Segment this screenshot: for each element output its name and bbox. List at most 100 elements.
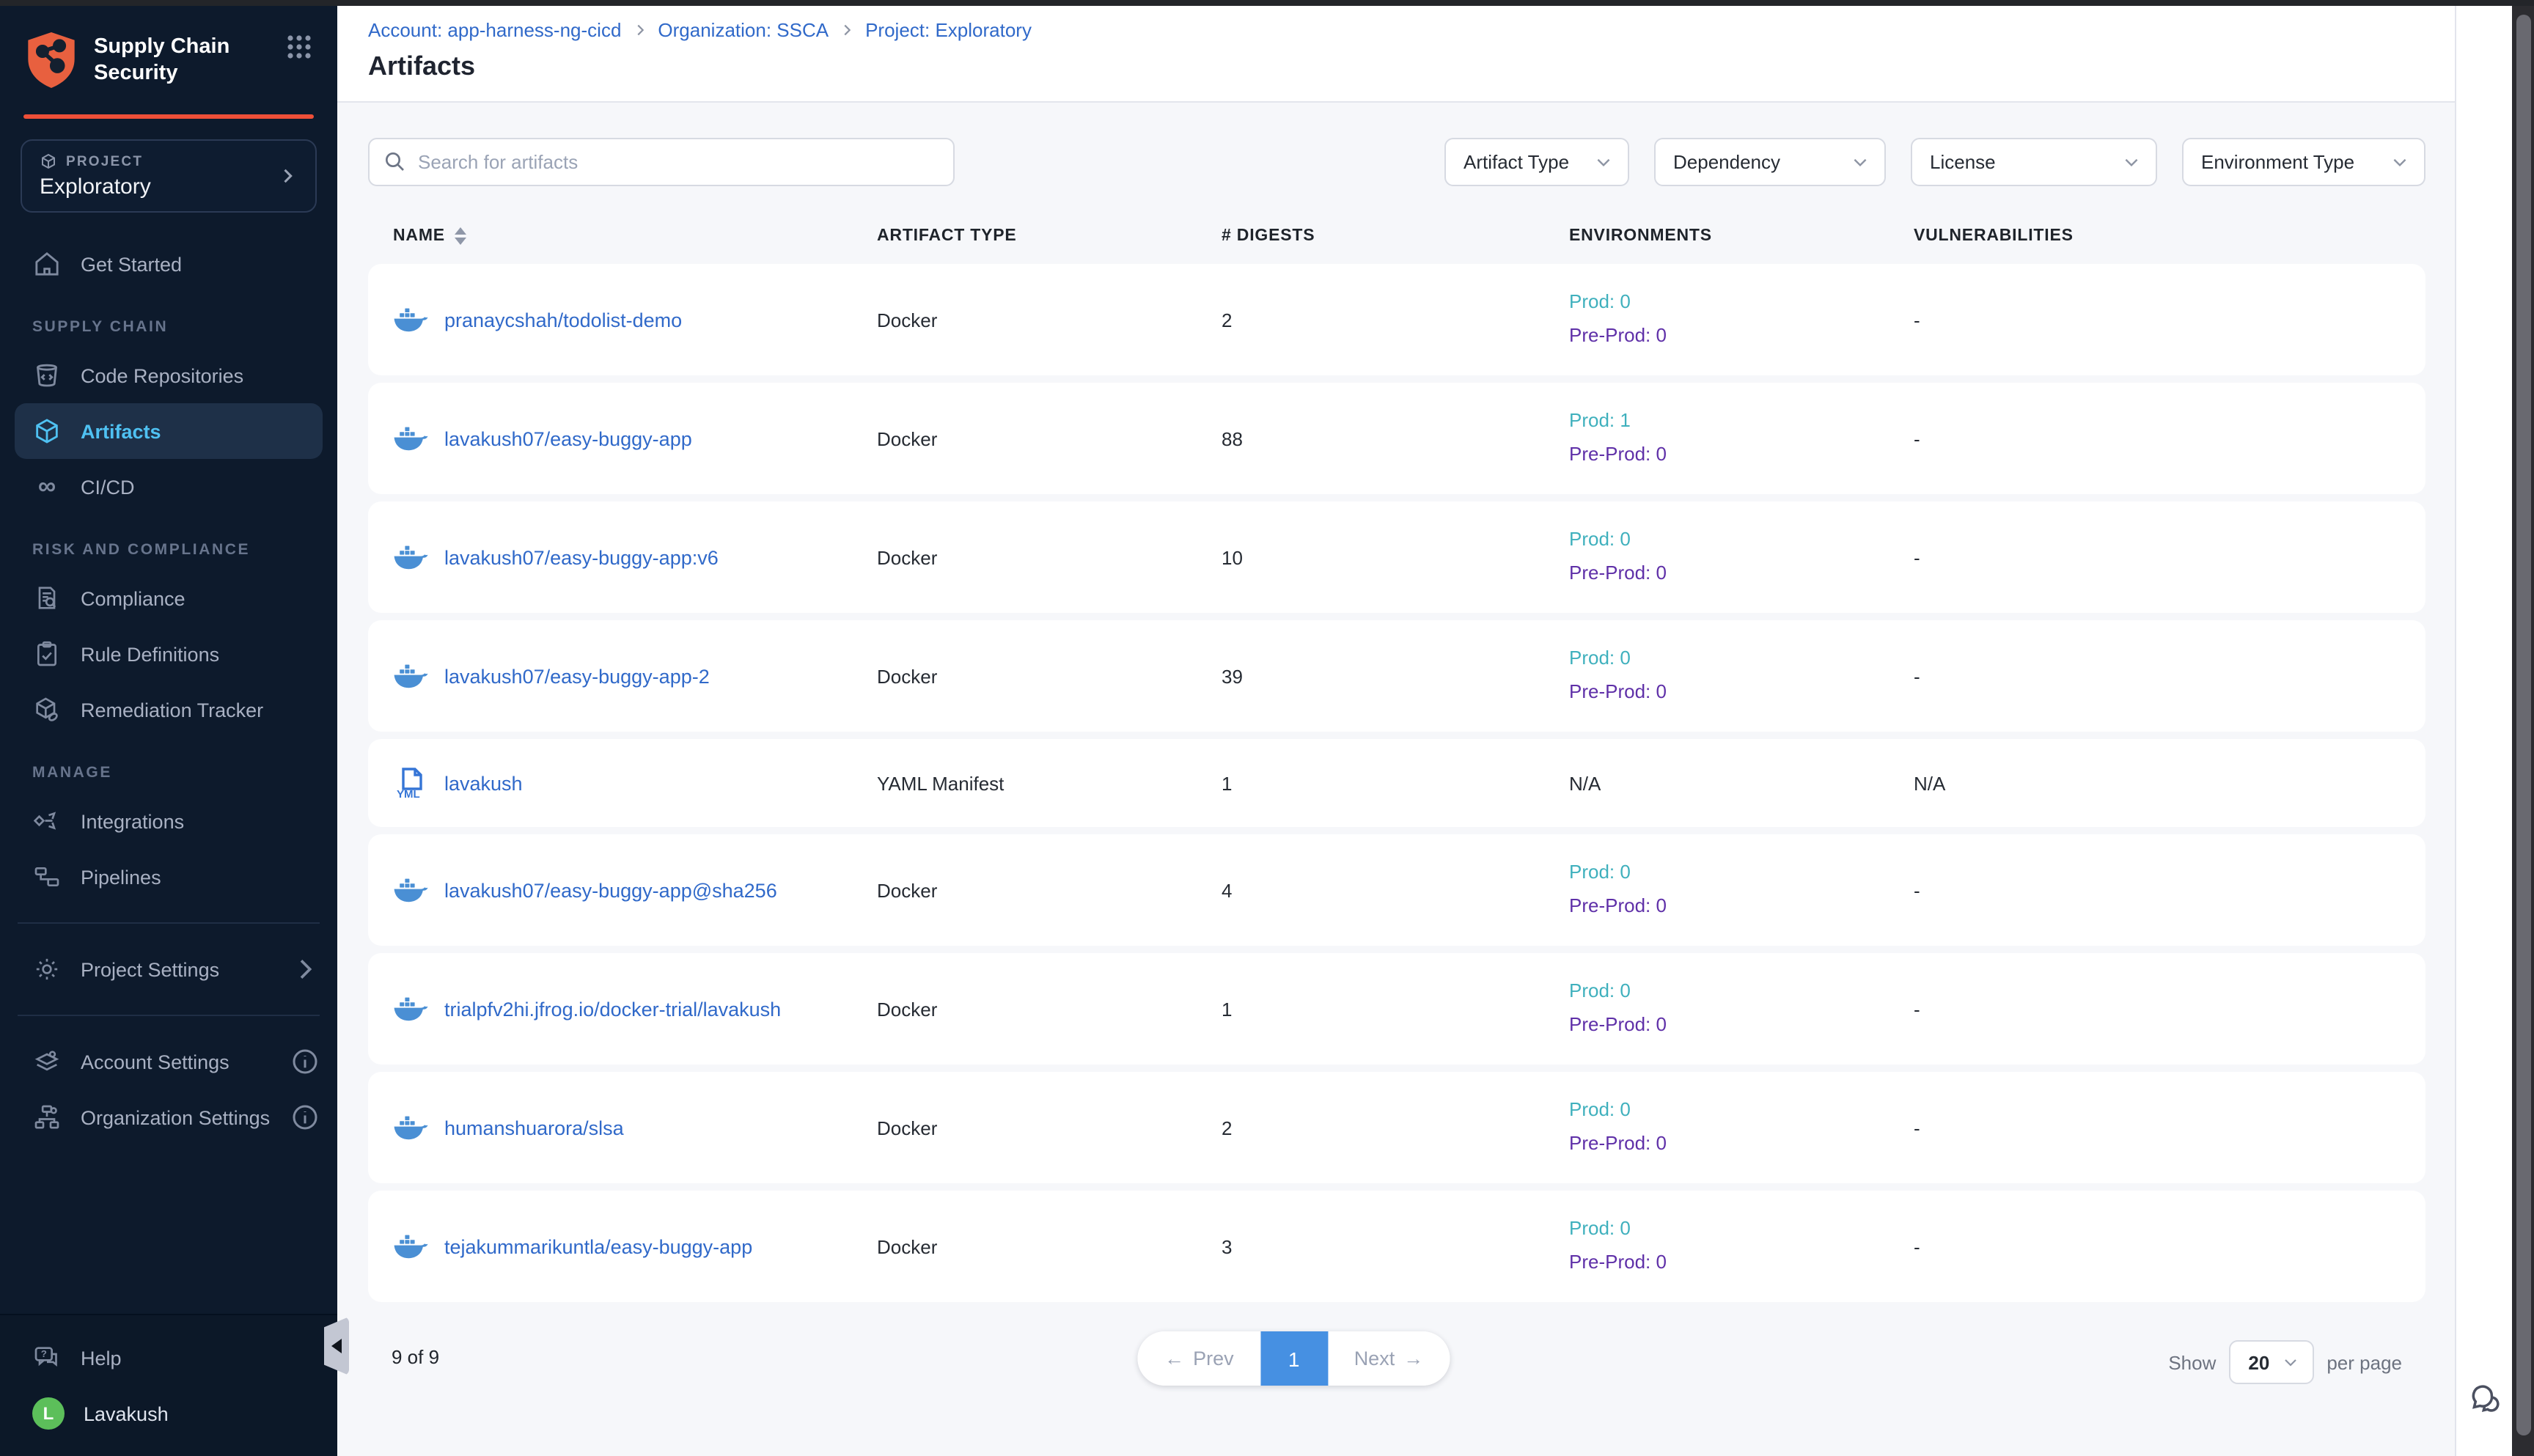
preprod-env-link[interactable]: Pre-Prod: 0 — [1569, 676, 1914, 710]
sidebar-item-rule-definitions[interactable]: Rule Definitions — [0, 626, 337, 682]
preprod-env-link[interactable]: Pre-Prod: 0 — [1569, 320, 1914, 353]
breadcrumb-organization-link[interactable]: Organization: SSCA — [658, 19, 829, 41]
artifact-name-link[interactable]: pranaycshah/todolist-demo — [444, 309, 682, 331]
table-header: NAME ARTIFACT TYPE # DIGESTS ENVIRONMENT… — [368, 221, 2425, 251]
breadcrumb-project-link[interactable]: Project: Exploratory — [865, 19, 1032, 41]
prod-env-link[interactable]: Prod: 0 — [1569, 524, 1914, 558]
sidebar-item-organization-settings[interactable]: Organization Settings — [0, 1089, 337, 1145]
prod-env-link[interactable]: Prod: 0 — [1569, 287, 1914, 320]
rule-definitions-clipboard-icon — [32, 639, 62, 669]
next-page-button[interactable]: Next → — [1328, 1331, 1450, 1386]
app-grid-icon[interactable] — [284, 32, 314, 62]
sidebar-item-compliance[interactable]: Compliance — [0, 570, 337, 626]
prod-env-link[interactable]: Prod: 0 — [1569, 976, 1914, 1010]
window-top-edge — [0, 0, 2534, 6]
digests-cell: 3 — [1222, 1235, 1569, 1257]
sidebar-item-code-repositories[interactable]: Code Repositories — [0, 348, 337, 403]
vulnerabilities-cell: - — [1914, 665, 2425, 687]
info-icon — [290, 1047, 320, 1076]
sidebar-item-account-settings[interactable]: Account Settings — [0, 1034, 337, 1089]
preprod-env-link[interactable]: Pre-Prod: 0 — [1569, 438, 1914, 472]
prod-env-link[interactable]: Prod: 1 — [1569, 405, 1914, 439]
artifact-name-link[interactable]: lavakush07/easy-buggy-app@sha256 — [444, 879, 777, 901]
table-row: YML humanshuarora/slsa Docker 2 Prod: 0 … — [368, 1072, 2425, 1183]
digests-cell: 2 — [1222, 1117, 1569, 1139]
filter-artifact-type[interactable]: Artifact Type — [1444, 138, 1629, 186]
artifact-name-link[interactable]: lavakush07/easy-buggy-app:v6 — [444, 546, 719, 568]
home-icon — [32, 249, 62, 279]
table-row: YML lavakush07/easy-buggy-app:v6 Docker … — [368, 501, 2425, 613]
artifact-name-link[interactable]: lavakush — [444, 772, 523, 794]
page-number-active[interactable]: 1 — [1260, 1331, 1328, 1386]
search-icon — [383, 150, 406, 173]
sidebar-item-remediation-tracker[interactable]: Remediation Tracker — [0, 682, 337, 738]
artifact-type-cell: Docker — [877, 665, 1222, 687]
section-risk-and-compliance: RISK AND COMPLIANCE — [0, 515, 337, 570]
environments-cell: Prod: 0 Pre-Prod: 0 — [1569, 857, 1914, 924]
project-selector[interactable]: PROJECT Exploratory — [21, 139, 317, 213]
filter-dependency[interactable]: Dependency — [1654, 138, 1886, 186]
vulnerabilities-cell: - — [1914, 1117, 2425, 1139]
code-repository-icon — [32, 361, 62, 390]
help-chat-icon: ? — [32, 1343, 62, 1372]
environments-cell: N/A — [1569, 772, 1914, 794]
artifact-name-link[interactable]: trialpfv2hi.jfrog.io/docker-trial/lavaku… — [444, 998, 781, 1020]
artifact-name-link[interactable]: humanshuarora/slsa — [444, 1117, 624, 1139]
sidebar-item-project-settings[interactable]: Project Settings — [0, 941, 337, 997]
compliance-document-icon — [32, 584, 62, 613]
environments-cell: Prod: 0 Pre-Prod: 0 — [1569, 1213, 1914, 1280]
table-row: YML pranaycshah/todolist-demo Docker 2 P… — [368, 264, 2425, 375]
digests-cell: 2 — [1222, 309, 1569, 331]
filter-environment-type[interactable]: Environment Type — [2182, 138, 2425, 186]
environments-cell: Prod: 0 Pre-Prod: 0 — [1569, 643, 1914, 710]
docker-icon — [393, 1110, 428, 1145]
docker-icon — [393, 421, 428, 456]
accent-divider — [23, 114, 314, 119]
prod-env-link[interactable]: Prod: 0 — [1569, 1095, 1914, 1128]
prod-env-link[interactable]: Prod: 0 — [1569, 1213, 1914, 1247]
sidebar-item-get-started[interactable]: Get Started — [0, 236, 337, 292]
environments-cell: Prod: 0 Pre-Prod: 0 — [1569, 524, 1914, 591]
digests-cell: 10 — [1222, 546, 1569, 568]
page-size-select[interactable]: 20 — [2229, 1340, 2313, 1384]
sidebar-item-integrations[interactable]: Integrations — [0, 793, 337, 849]
right-utility-strip — [2455, 0, 2512, 1456]
artifact-name-link[interactable]: lavakush07/easy-buggy-app-2 — [444, 665, 710, 687]
gear-icon — [32, 955, 62, 984]
preprod-env-link[interactable]: Pre-Prod: 0 — [1569, 557, 1914, 591]
environments-cell: Prod: 0 Pre-Prod: 0 — [1569, 287, 1914, 353]
artifact-table: YML pranaycshah/todolist-demo Docker 2 P… — [368, 264, 2425, 1309]
user-name: Lavakush — [84, 1402, 169, 1424]
chevron-down-icon — [2390, 152, 2409, 172]
column-header-vulnerabilities: VULNERABILITIES — [1914, 227, 2425, 245]
prod-env-link[interactable]: Prod: 0 — [1569, 643, 1914, 677]
artifact-name-link[interactable]: lavakush07/easy-buggy-app — [444, 427, 692, 449]
artifact-name-link[interactable]: tejakummarikuntla/easy-buggy-app — [444, 1235, 752, 1257]
chat-support-icon[interactable] — [2466, 1381, 2502, 1418]
sidebar-item-cicd[interactable]: ∞ CI/CD — [0, 459, 337, 515]
preprod-env-link[interactable]: Pre-Prod: 0 — [1569, 1009, 1914, 1043]
vulnerabilities-cell: - — [1914, 309, 2425, 331]
vulnerabilities-cell: - — [1914, 879, 2425, 901]
user-menu[interactable]: L Lavakush — [0, 1386, 337, 1441]
breadcrumb-account-link[interactable]: Account: app-harness-ng-cicd — [368, 19, 621, 41]
filter-license[interactable]: License — [1911, 138, 2157, 186]
search-input[interactable] — [368, 138, 955, 186]
prod-env-link[interactable]: Prod: 0 — [1569, 857, 1914, 891]
prev-page-button[interactable]: ← Prev — [1138, 1331, 1260, 1386]
breadcrumb: Account: app-harness-ng-cicd Organizatio… — [368, 19, 2425, 41]
sort-icon[interactable] — [455, 227, 467, 245]
scrollbar-track[interactable] — [2512, 0, 2534, 1456]
cube-icon — [40, 152, 57, 170]
docker-icon — [393, 872, 428, 908]
help-button[interactable]: ? Help — [0, 1330, 337, 1386]
preprod-env-link[interactable]: Pre-Prod: 0 — [1569, 1246, 1914, 1280]
preprod-env-link[interactable]: Pre-Prod: 0 — [1569, 890, 1914, 924]
show-label: Show — [2168, 1351, 2216, 1373]
scrollbar-thumb[interactable] — [2516, 15, 2530, 1435]
preprod-env-link[interactable]: Pre-Prod: 0 — [1569, 1128, 1914, 1161]
sidebar-footer: ? Help L Lavakush — [0, 1314, 337, 1456]
sidebar-item-pipelines[interactable]: Pipelines — [0, 849, 337, 905]
sidebar-item-artifacts[interactable]: Artifacts — [15, 403, 323, 459]
sidebar: Supply Chain Security — [0, 0, 337, 1456]
